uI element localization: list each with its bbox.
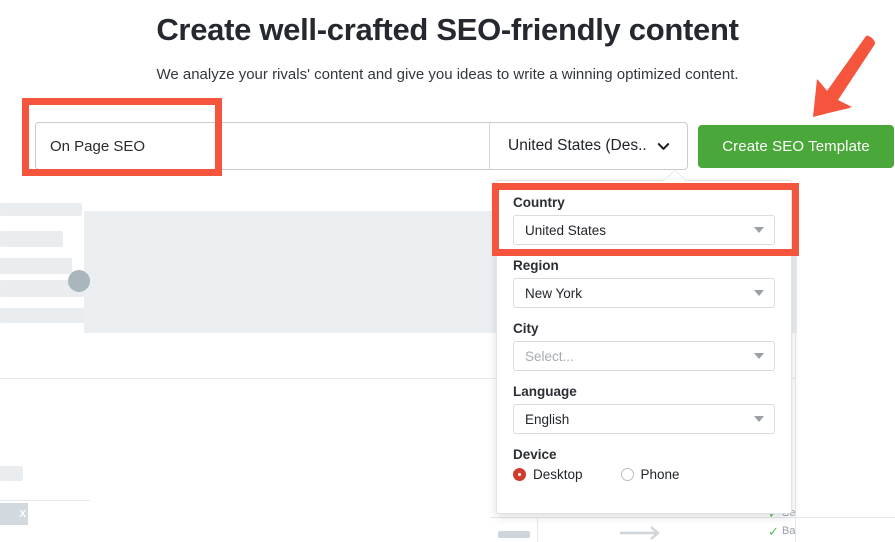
radio-selected-icon[interactable] <box>513 468 526 481</box>
country-field: Country United States <box>513 195 775 245</box>
skeleton-bar <box>0 231 63 247</box>
skeleton-tag: X <box>0 503 28 525</box>
skeleton-divider <box>0 500 90 501</box>
city-label: City <box>513 321 539 336</box>
skeleton-avatar-circle <box>68 270 90 292</box>
country-select[interactable]: United States <box>513 215 775 245</box>
region-select[interactable]: New York <box>513 278 775 308</box>
skeleton-divider <box>795 190 796 542</box>
skeleton-bar <box>498 531 530 538</box>
database-select[interactable]: United States (Des... <box>489 123 687 169</box>
region-label: Region <box>513 258 559 273</box>
skeleton-divider <box>537 517 538 542</box>
device-option-desktop-label: Desktop <box>533 467 583 482</box>
search-bar: United States (Des... <box>35 122 688 170</box>
database-select-label: United States (Des... <box>508 137 648 154</box>
language-select[interactable]: English <box>513 404 775 434</box>
check-icon: ✓ <box>768 524 779 539</box>
check-item-label: Ba <box>782 525 796 537</box>
device-radio-group: Desktop Phone <box>513 467 775 482</box>
triangle-down-icon <box>754 227 764 233</box>
page-subtitle: We analyze your rivals' content and give… <box>156 66 739 83</box>
triangle-down-icon <box>754 416 764 422</box>
skeleton-tag-label: X <box>19 508 26 520</box>
skeleton-bar <box>0 308 84 323</box>
create-seo-template-button[interactable]: Create SEO Template <box>698 125 894 168</box>
skeleton-bar <box>0 466 23 481</box>
radio-unselected-icon[interactable] <box>620 468 634 481</box>
region-value: New York <box>525 285 583 301</box>
country-value: United States <box>525 222 607 238</box>
triangle-down-icon <box>754 290 764 296</box>
city-value: Select... <box>525 348 574 364</box>
device-field: Device Desktop Phone <box>513 447 775 482</box>
seo-template-page: Create well-crafted SEO-friendly content… <box>0 0 895 542</box>
chevron-down-icon <box>657 142 670 150</box>
device-option-desktop[interactable]: Desktop <box>513 467 583 482</box>
device-option-phone[interactable]: Phone <box>620 467 680 482</box>
language-label: Language <box>513 384 577 399</box>
skeleton-bar <box>0 203 82 216</box>
page-title: Create well-crafted SEO-friendly content <box>156 12 739 47</box>
city-field: City Select... <box>513 321 775 371</box>
language-value: English <box>525 411 570 427</box>
panel-caret-icon <box>664 171 686 181</box>
triangle-down-icon <box>754 353 764 359</box>
skeleton-bar <box>0 258 72 274</box>
region-field: Region New York <box>513 258 775 308</box>
country-label: Country <box>513 195 565 210</box>
keyword-input[interactable] <box>36 123 489 169</box>
device-option-phone-label: Phone <box>640 467 680 482</box>
location-settings-panel: Country United States Region New York Ci… <box>496 180 792 514</box>
language-field: Language English <box>513 384 775 434</box>
arrow-right-icon <box>620 526 660 540</box>
city-select[interactable]: Select... <box>513 341 775 371</box>
skeleton-divider <box>490 517 895 518</box>
device-label: Device <box>513 447 557 462</box>
